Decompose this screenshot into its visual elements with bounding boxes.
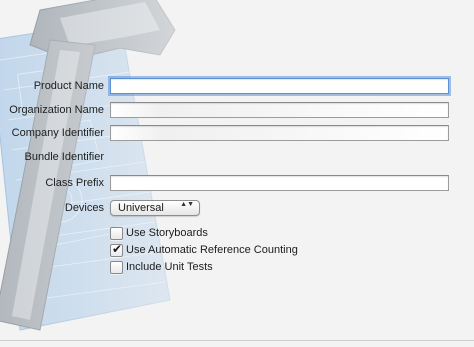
project-options-form: Product Name Organization Name Company I… xyxy=(0,0,474,347)
devices-row: Devices Universal ▲▼ xyxy=(0,199,474,217)
product-name-field[interactable] xyxy=(110,78,449,94)
company-identifier-field[interactable] xyxy=(110,125,449,141)
use-arc-option[interactable]: ✔ Use Automatic Reference Counting xyxy=(110,242,360,258)
bottom-divider xyxy=(0,340,474,341)
product-name-row: Product Name xyxy=(0,77,474,95)
popup-arrows-icon: ▲▼ xyxy=(180,201,194,208)
product-name-label: Product Name xyxy=(33,80,104,92)
organization-name-field[interactable] xyxy=(110,102,449,118)
company-identifier-row: Company Identifier xyxy=(0,124,474,142)
class-prefix-label: Class Prefix xyxy=(45,177,104,189)
class-prefix-row: Class Prefix xyxy=(0,174,474,192)
bundle-identifier-row: Bundle Identifier xyxy=(0,148,474,166)
include-unit-tests-option[interactable]: Include Unit Tests xyxy=(110,259,360,275)
include-unit-tests-label: Include Unit Tests xyxy=(126,261,213,273)
use-arc-label: Use Automatic Reference Counting xyxy=(126,244,298,256)
company-identifier-label: Company Identifier xyxy=(11,127,104,139)
use-storyboards-checkbox[interactable] xyxy=(110,227,123,240)
use-arc-checkbox[interactable]: ✔ xyxy=(110,242,123,257)
class-prefix-field[interactable] xyxy=(110,175,449,191)
organization-name-label: Organization Name xyxy=(9,104,104,116)
bundle-identifier-label: Bundle Identifier xyxy=(24,151,105,163)
checkmark-icon: ✔ xyxy=(112,242,123,256)
use-storyboards-option[interactable]: Use Storyboards xyxy=(110,225,360,241)
include-unit-tests-checkbox[interactable] xyxy=(110,261,123,274)
devices-popup-button[interactable]: Universal ▲▼ xyxy=(110,200,200,216)
devices-selected-value: Universal xyxy=(118,202,164,214)
use-storyboards-label: Use Storyboards xyxy=(126,227,208,239)
devices-label: Devices xyxy=(64,202,104,214)
organization-name-row: Organization Name xyxy=(0,101,474,119)
